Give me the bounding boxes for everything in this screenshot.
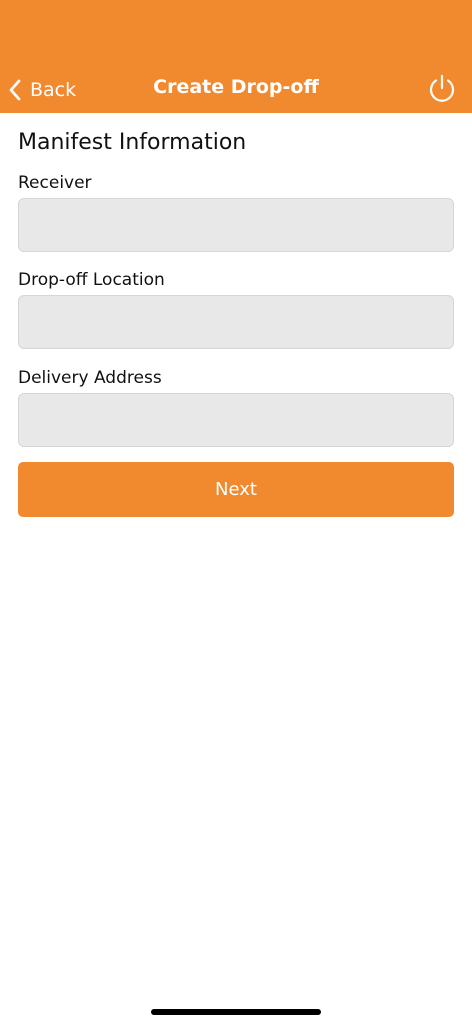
- next-button[interactable]: Next: [18, 462, 454, 517]
- delivery-address-label: Delivery Address: [18, 368, 162, 388]
- power-button[interactable]: [426, 73, 458, 105]
- receiver-label: Receiver: [18, 173, 92, 193]
- section-title: Manifest Information: [18, 130, 247, 155]
- app-header: Back Create Drop-off: [0, 0, 472, 113]
- power-icon: [426, 74, 458, 109]
- receiver-input[interactable]: [18, 198, 454, 252]
- home-indicator: [151, 1009, 321, 1015]
- dropoff-location-input[interactable]: [18, 295, 454, 349]
- delivery-address-input[interactable]: [18, 393, 454, 447]
- page-title: Create Drop-off: [153, 76, 319, 98]
- dropoff-location-label: Drop-off Location: [18, 270, 165, 290]
